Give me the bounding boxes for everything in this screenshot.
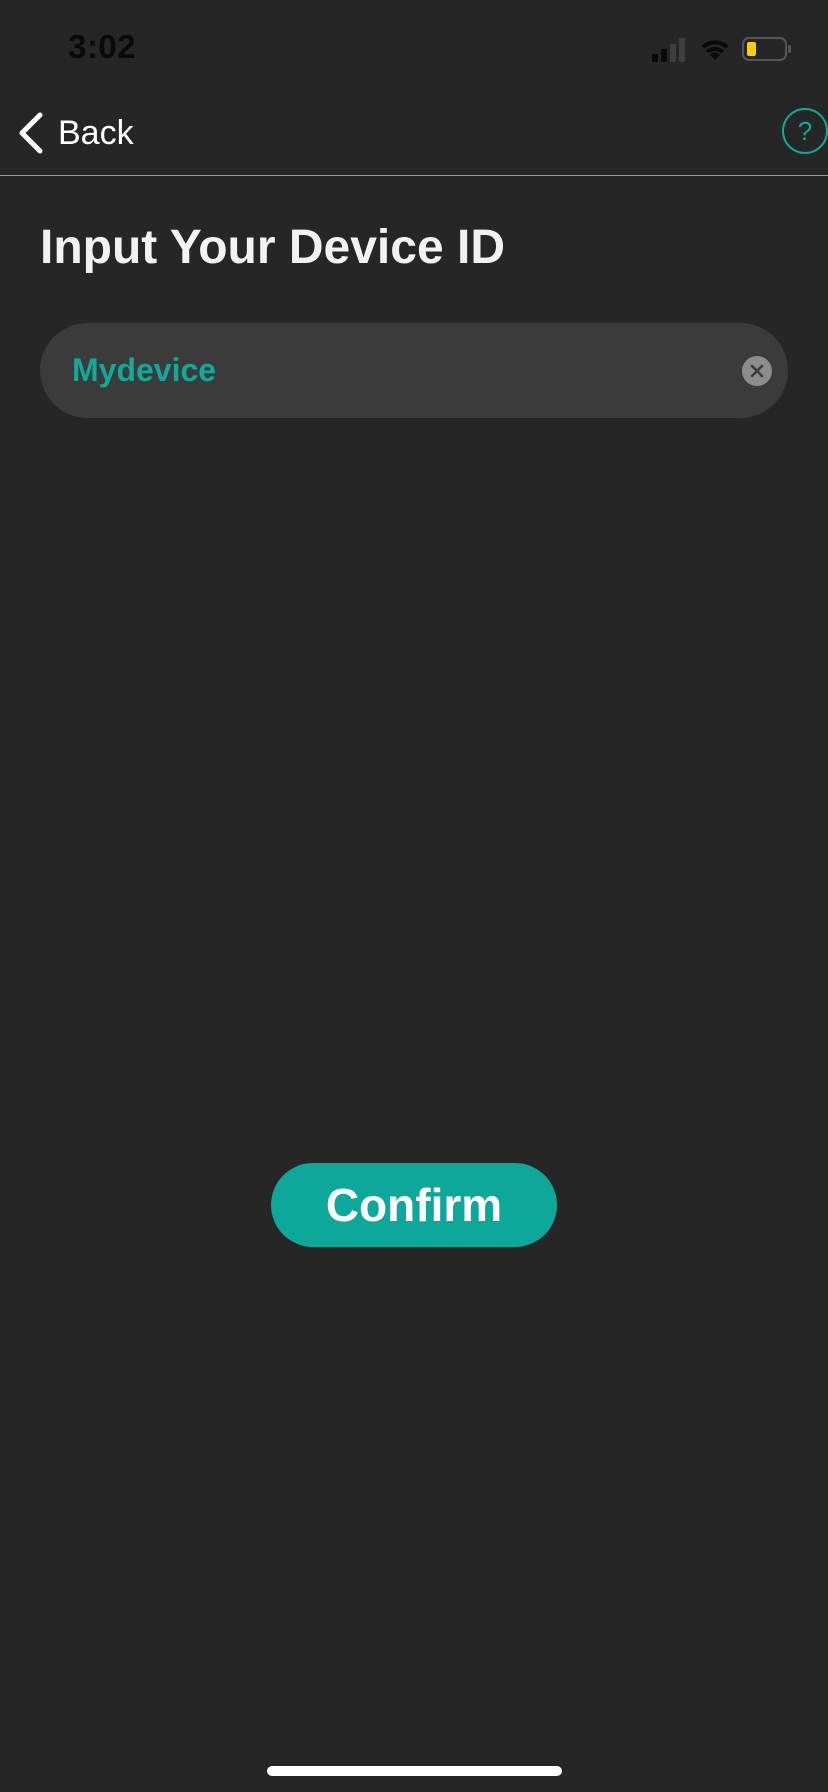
help-button[interactable]: ? (782, 108, 828, 154)
wifi-icon (701, 40, 729, 60)
back-button[interactable]: Back (16, 108, 134, 158)
confirm-button[interactable]: Confirm (271, 1163, 557, 1247)
status-bar: 3:02 (0, 0, 828, 100)
status-time: 3:02 (68, 28, 137, 65)
chevron-left-icon (19, 112, 43, 154)
device-id-field (40, 323, 788, 418)
navigation-bar: Back ? (0, 100, 828, 176)
page-title: Input Your Device ID (40, 221, 505, 274)
device-id-input[interactable] (72, 323, 692, 418)
device-id-screen: 3:02 Back ? Input Your Device ID Mydevic… (0, 0, 828, 1792)
home-indicator[interactable] (267, 1766, 562, 1776)
clear-x-icon (750, 364, 764, 378)
back-label: Back (58, 113, 134, 152)
battery-low-icon (742, 37, 791, 61)
clear-input-button[interactable] (742, 356, 772, 386)
help-circle-icon: ? (797, 115, 813, 146)
cellular-signal-icon (652, 38, 685, 62)
